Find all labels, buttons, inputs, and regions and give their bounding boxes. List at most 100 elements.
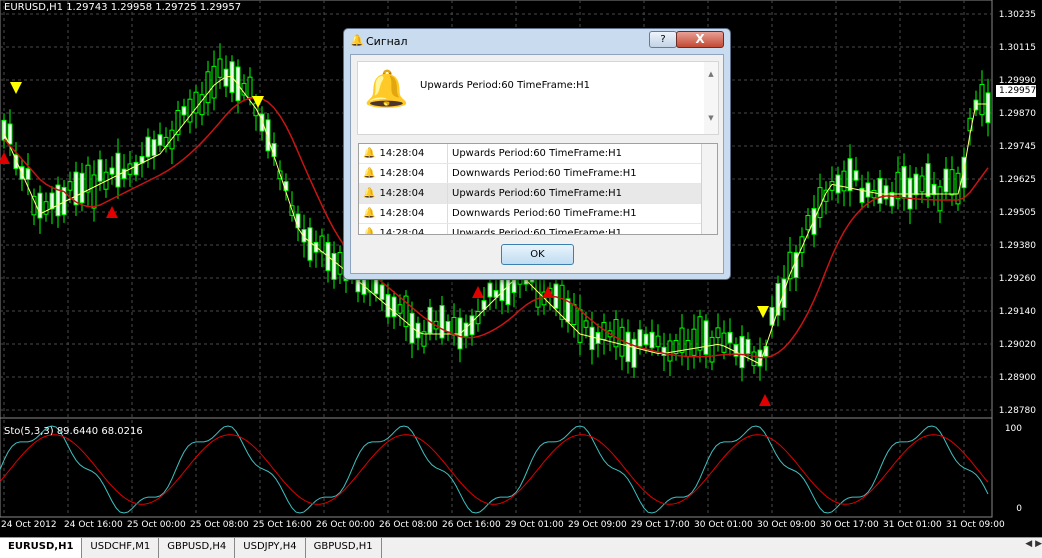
time-axis-label: 25 Oct 08:00 [190, 520, 249, 530]
candle-body [943, 168, 949, 193]
candle-body [97, 159, 103, 182]
list-item[interactable]: 🔔 14:28:04 Downwards Period:60 TimeFrame:H… [359, 204, 717, 224]
candle-body [469, 315, 475, 336]
ok-button[interactable]: OK [501, 244, 574, 265]
candle-body [199, 94, 205, 116]
candle-body [811, 208, 817, 235]
candle-body [319, 235, 325, 253]
time-axis-label: 26 Oct 08:00 [379, 520, 438, 530]
time-axis-label: 25 Oct 00:00 [127, 520, 186, 530]
candle-body [703, 320, 709, 355]
candle-body [751, 351, 757, 367]
candle-body [571, 304, 577, 326]
candle-body [637, 329, 643, 347]
time-axis-label: 29 Oct 01:00 [505, 520, 564, 530]
sto-axis-label: 100 [1004, 424, 1022, 434]
dialog-title: Сигнал [366, 35, 408, 48]
message-box: 🔔 Upwards Period:60 TimeFrame:H1 ▲ ▼ [357, 61, 719, 135]
candle-body [43, 201, 49, 215]
candle-body [31, 195, 37, 216]
candle-body [727, 331, 733, 344]
tab-usdjpy-h4[interactable]: USDJPY,H4 [235, 538, 306, 558]
candle-body [913, 173, 919, 196]
candle-body [589, 326, 595, 351]
price-axis-label: 1.29140 [998, 307, 1036, 317]
candle-body [211, 65, 217, 99]
tab-eurusd-h1[interactable]: EURUSD,H1 [0, 538, 83, 558]
candle-body [187, 98, 193, 123]
candle-body [841, 170, 847, 192]
candle-body [721, 332, 727, 353]
tab-gbpusd-h1[interactable]: GBPUSD,H1 [306, 538, 382, 558]
stochastic-main-line [0, 425, 989, 514]
bell-icon: 🔔 [363, 168, 376, 179]
symbol-info: EURUSD,H1 1.29743 1.29958 1.29725 1.2995… [4, 2, 242, 13]
current-price-label: 1.29957 [996, 85, 1036, 97]
candle-body [643, 333, 649, 346]
candle-body [445, 321, 451, 333]
time-axis-label: 26 Oct 00:00 [316, 520, 375, 530]
list-item[interactable]: 🔔 14:28:04 Upwards Period:60 TimeFrame:H1 [359, 184, 717, 204]
tab-usdchf-m1[interactable]: USDCHF,M1 [82, 538, 160, 558]
message-text: Upwards Period:60 TimeFrame:H1 [420, 80, 590, 91]
list-item[interactable]: 🔔 14:28:04 Upwards Period:60 TimeFrame:H1 [359, 224, 717, 235]
time-axis-label: 26 Oct 16:00 [442, 520, 501, 530]
price-axis-label: 1.30235 [998, 10, 1036, 20]
time-axis-label: 30 Oct 09:00 [757, 520, 816, 530]
candle-body [685, 340, 691, 357]
price-axis-label: 1.30115 [998, 43, 1036, 53]
candle-body [391, 296, 397, 318]
candle-body [667, 340, 673, 362]
tab-gbpusd-h4[interactable]: GBPUSD,H4 [159, 538, 236, 558]
candle-body [379, 284, 385, 301]
candle-body [655, 335, 661, 348]
time-axis-label: 25 Oct 16:00 [253, 520, 312, 530]
stochastic-signal-line [0, 434, 989, 505]
candle-body [109, 167, 115, 175]
help-button[interactable]: ? [649, 31, 677, 48]
candle-body [901, 166, 907, 199]
list-item[interactable]: 🔔 14:28:04 Upwards Period:60 TimeFrame:H1 [359, 144, 717, 164]
candle-body [7, 123, 13, 145]
price-axis-label: 1.29745 [998, 142, 1036, 152]
price-axis-label: 1.29870 [998, 109, 1036, 119]
price-axis-label: 1.29380 [998, 241, 1036, 251]
list-scrollbar[interactable] [701, 144, 717, 234]
bell-icon: 🔔 [364, 69, 409, 110]
price-axis-label: 1.29505 [998, 208, 1036, 218]
candle-body [307, 227, 313, 261]
candle-body [679, 327, 685, 353]
candle-body [715, 327, 721, 339]
price-axis-label: 1.29990 [998, 76, 1036, 86]
candle-body [439, 305, 445, 339]
candle-body [697, 316, 703, 351]
time-axis-label: 31 Oct 09:00 [946, 520, 1005, 530]
candle-body [247, 76, 253, 99]
candle-body [649, 331, 655, 349]
message-scrollbar[interactable]: ▲ ▼ [704, 62, 718, 134]
list-item[interactable]: 🔔 14:28:04 Downwards Period:60 TimeFrame:H… [359, 164, 717, 184]
bell-icon: 🔔 [350, 34, 364, 47]
candle-body [331, 253, 337, 280]
candle-body [709, 336, 715, 363]
bell-icon: 🔔 [363, 188, 376, 199]
tab-scroll-arrows[interactable]: ◀ ▶ [1025, 539, 1042, 549]
candle-body [205, 71, 211, 104]
bell-icon: 🔔 [363, 148, 376, 159]
candle-body [853, 170, 859, 181]
candle-body [835, 174, 841, 194]
candle-body [49, 192, 55, 210]
close-button[interactable]: X [676, 31, 724, 48]
candle-body [337, 252, 343, 275]
candle-body [67, 181, 73, 191]
candle-body [133, 161, 139, 176]
candle-body [487, 282, 493, 298]
candle-body [151, 139, 157, 157]
candle-body [895, 171, 901, 200]
candle-body [877, 177, 883, 204]
time-axis-label: 31 Oct 01:00 [883, 520, 942, 530]
bell-icon: 🔔 [363, 228, 376, 235]
candle-body [625, 331, 631, 363]
candle-body [91, 174, 97, 209]
time-axis-label: 24 Oct 2012 [1, 520, 57, 530]
